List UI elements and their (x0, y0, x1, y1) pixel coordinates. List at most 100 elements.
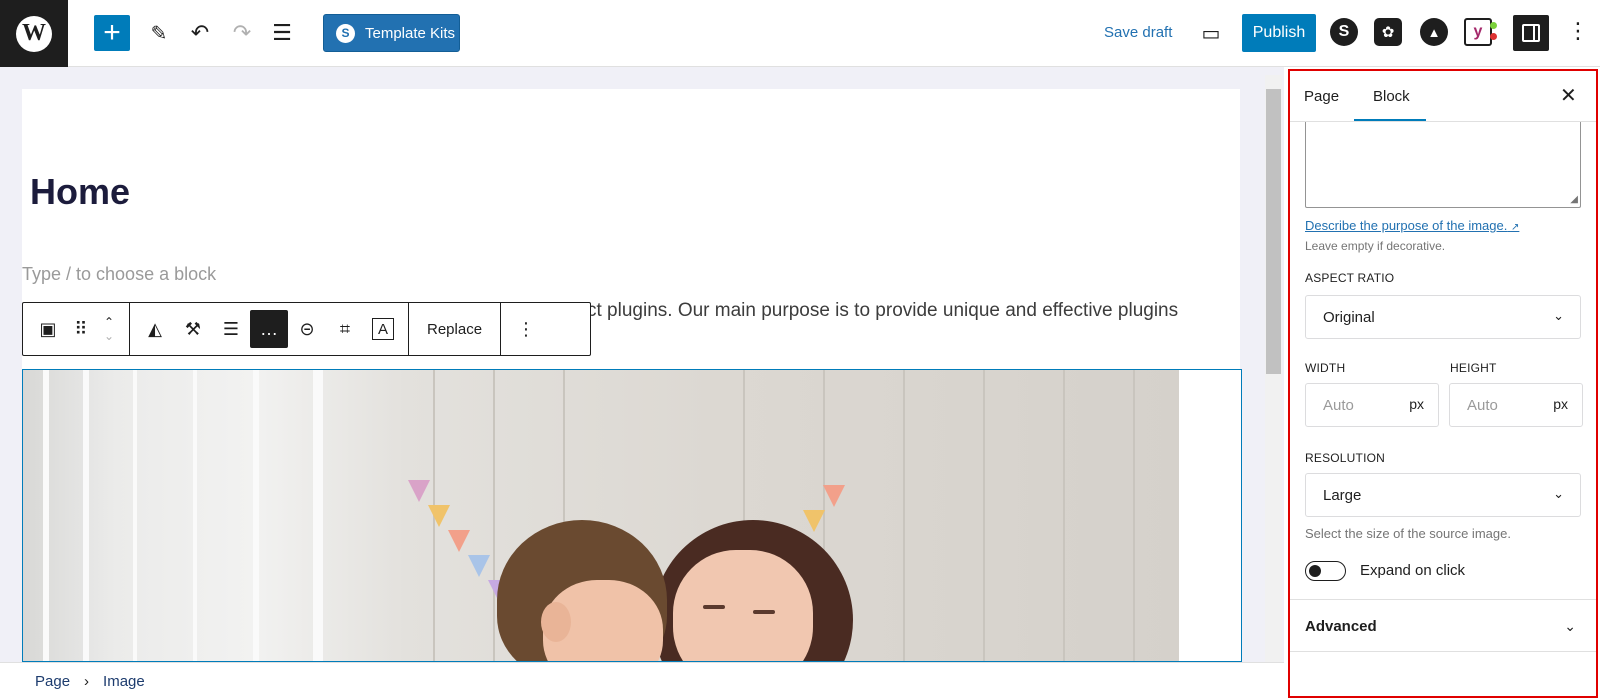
bunting-flag (823, 485, 845, 507)
width-placeholder: Auto (1323, 396, 1354, 414)
height-placeholder: Auto (1467, 396, 1498, 414)
chat-plugin-icon[interactable]: ✿ (1374, 18, 1402, 46)
bunting-flag (448, 530, 470, 552)
close-icon[interactable]: ✕ (1560, 83, 1577, 108)
bunting-flag (468, 555, 490, 577)
add-block-button[interactable]: + (94, 15, 130, 51)
wall-plank (493, 370, 495, 661)
breadcrumb-image[interactable]: Image (103, 673, 145, 690)
astra-plugin-icon[interactable]: ▲ (1420, 18, 1448, 46)
wordpress-logo[interactable]: W (0, 0, 68, 67)
list-view-icon[interactable]: ☰ (264, 15, 300, 51)
woman-face (673, 550, 813, 661)
link-icon[interactable]: ⊝ (288, 310, 326, 348)
resolution-value: Large (1323, 486, 1362, 504)
text-overlay-icon[interactable]: A (372, 318, 394, 340)
block-toolbar-group-1: ▣ ⠿ ⌃ ⌄ (23, 303, 130, 355)
settings-sidebar: Page Block ✕ ◢ Describe the purpose of t… (1288, 69, 1598, 698)
publish-button[interactable]: Publish (1242, 14, 1316, 52)
sidebar-panel-icon (1522, 24, 1540, 42)
replace-button[interactable]: Replace (415, 310, 494, 348)
bunting-flag (408, 480, 430, 502)
tools-pencil-icon[interactable]: ✎ (141, 15, 177, 51)
alt-text-help-link[interactable]: Describe the purpose of the image. ↗ (1305, 218, 1519, 233)
undo-icon[interactable]: ↶ (182, 15, 218, 51)
yoast-status-dot (1490, 22, 1497, 29)
move-down-icon[interactable]: ⌄ (104, 329, 114, 343)
expand-on-click-label: Expand on click (1360, 562, 1466, 579)
chevron-down-icon: ⌄ (1553, 486, 1564, 501)
window-frame (83, 370, 89, 661)
tab-page[interactable]: Page (1304, 88, 1339, 105)
width-input[interactable]: Auto px (1305, 383, 1439, 427)
page-title[interactable]: Home (30, 171, 130, 213)
tab-block[interactable]: Block (1373, 88, 1410, 105)
image-block-icon[interactable]: ▣ (29, 310, 67, 348)
yoast-status-dot-red (1490, 33, 1497, 40)
align-icon[interactable]: ☰ (212, 310, 250, 348)
height-label: HEIGHT (1450, 361, 1497, 375)
woman-eye (753, 610, 775, 614)
options-menu-icon[interactable]: ⋮ (1567, 20, 1589, 42)
toggle-knob (1309, 565, 1321, 577)
breadcrumb-page[interactable]: Page (35, 673, 70, 690)
editor-scrollbar-thumb[interactable] (1266, 89, 1281, 374)
redo-icon[interactable]: ↷ (224, 15, 260, 51)
paragraph-block[interactable]: ct plugins. Our main purpose is to provi… (587, 300, 1178, 322)
advanced-panel-toggle[interactable]: Advanced ⌄ (1290, 599, 1596, 652)
alt-text-textarea[interactable]: ◢ (1305, 122, 1581, 208)
alt-text-help-sub: Leave empty if decorative. (1305, 239, 1446, 253)
wall-plank (903, 370, 905, 661)
window-frame (313, 370, 323, 661)
save-draft-button[interactable]: Save draft (1104, 24, 1172, 41)
alt-text-help-link-label: Describe the purpose of the image. (1305, 218, 1508, 233)
height-input[interactable]: Auto px (1449, 383, 1583, 427)
block-placeholder[interactable]: Type / to choose a block (22, 264, 216, 285)
move-up-icon[interactable]: ⌃ (104, 315, 114, 329)
editor-top-bar: W + ✎ ↶ ↷ ☰ S Template Kits Save draft ▭… (0, 0, 1600, 67)
block-mover: ⌃ ⌄ (95, 315, 123, 343)
bunting-flag (803, 510, 825, 532)
image-block[interactable] (22, 369, 1242, 662)
block-options-icon[interactable]: ⋮ (507, 310, 545, 348)
wall-plank (1133, 370, 1135, 661)
height-unit[interactable]: px (1553, 396, 1568, 412)
drag-handle-icon[interactable]: ⠿ (67, 310, 95, 348)
block-toolbar-group-2: ◭ ⚒ ☰ … ⊝ ⌗ A (130, 303, 409, 355)
caption-icon[interactable]: … (250, 310, 288, 348)
wall-plank (983, 370, 985, 661)
resize-grip-icon[interactable]: ◢ (1570, 194, 1578, 205)
width-label: WIDTH (1305, 361, 1346, 375)
image-photo (23, 370, 1179, 661)
expand-on-click-toggle[interactable] (1305, 561, 1346, 581)
crop-icon[interactable]: ⌗ (326, 310, 364, 348)
wall-plank (1063, 370, 1065, 661)
settings-sidebar-toggle[interactable] (1513, 15, 1549, 51)
window-frame (253, 370, 259, 661)
aspect-ratio-value: Original (1323, 308, 1375, 326)
preview-laptop-icon[interactable]: ▭ (1193, 15, 1229, 51)
breadcrumb-separator-icon: › (84, 673, 90, 690)
window-frame (133, 370, 137, 661)
spectra-plugin-icon[interactable]: S (1330, 18, 1358, 46)
duotone-icon[interactable]: ◭ (136, 310, 174, 348)
bunting-flag (428, 505, 450, 527)
width-unit[interactable]: px (1409, 396, 1424, 412)
filter-hammer-icon[interactable]: ⚒ (174, 310, 212, 348)
chevron-down-icon: ⌄ (1553, 308, 1564, 323)
resolution-select[interactable]: Large ⌄ (1305, 473, 1581, 517)
template-kits-button[interactable]: S Template Kits (323, 14, 460, 52)
aspect-ratio-select[interactable]: Original ⌄ (1305, 295, 1581, 339)
resolution-label: RESOLUTION (1305, 451, 1386, 465)
chevron-down-icon: ⌄ (1564, 618, 1576, 634)
aspect-ratio-label: ASPECT RATIO (1305, 271, 1395, 285)
advanced-label: Advanced (1305, 618, 1377, 635)
resolution-help: Select the size of the source image. (1305, 526, 1511, 541)
block-toolbar: ▣ ⠿ ⌃ ⌄ ◭ ⚒ ☰ … ⊝ ⌗ A Replace ⋮ (22, 302, 591, 356)
active-tab-indicator (1354, 119, 1426, 121)
block-toolbar-group-4: ⋮ (501, 303, 551, 355)
yoast-plugin-icon[interactable]: y (1464, 18, 1492, 46)
block-toolbar-group-3: Replace (409, 303, 502, 355)
sidebar-tabs: Page Block ✕ (1290, 71, 1596, 122)
template-kits-label: Template Kits (365, 24, 456, 42)
